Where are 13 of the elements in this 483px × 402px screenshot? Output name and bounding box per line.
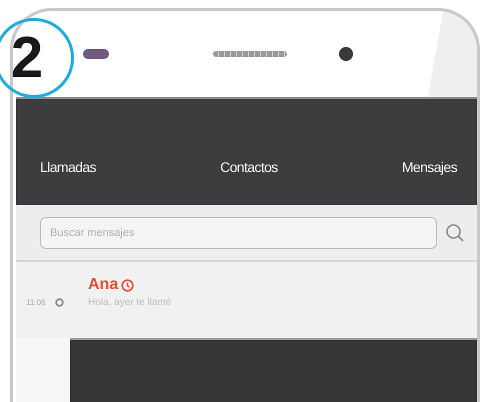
circle-icon [55,298,64,307]
step-number: 2 [10,29,44,87]
search-field[interactable]: Buscar mensajes [40,216,437,248]
camera-icon [339,47,353,61]
clock-icon [121,278,134,292]
tab[interactable]: Llamadas [40,157,96,177]
message-time: 11:06 [26,298,46,307]
search-icon[interactable] [445,222,465,242]
speaker-icon [213,51,287,57]
sensor-icon [83,49,109,59]
contact-name: Ana [88,276,118,294]
tab[interactable]: Mensajes [402,157,457,177]
tab[interactable]: Contactos [220,157,278,177]
